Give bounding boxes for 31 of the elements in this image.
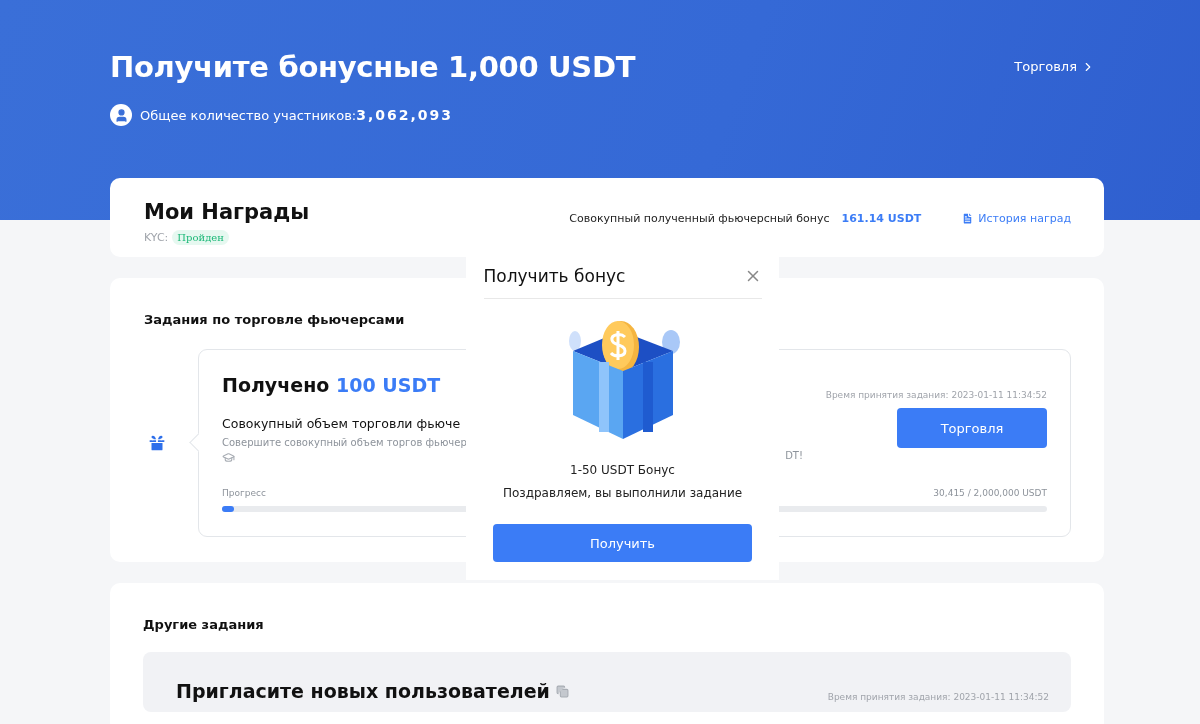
- accepted-time: Время принятия задания: 2023-01-11 11:34:52: [825, 390, 1047, 400]
- gift-icon: [146, 432, 168, 454]
- kyc-label: KYC:: [144, 231, 169, 244]
- progress-value: 30,415 / 2,000,000 USDT: [933, 488, 1047, 498]
- task-title: Получено 100 USDT: [222, 374, 442, 396]
- progress-label: Прогресс: [222, 488, 266, 498]
- task-description: Совокупный объем торговли фьюче: [222, 416, 462, 431]
- bonus-amount: 1-50 USDT Бонус: [570, 463, 675, 477]
- document-icon: [961, 212, 975, 225]
- accepted-time: Время принятия задания: 2023-01-11 11:34:52: [827, 692, 1049, 702]
- history-link[interactable]: История наград: [961, 212, 1071, 225]
- task-hint-tail: DT!: [785, 450, 803, 461]
- dialog-title: Получить бонус: [483, 266, 626, 286]
- total-bonus-label: Совокупный полученный фьючерсный бонус: [569, 212, 830, 225]
- page-title: Получите бонусные 1,000 USDT: [110, 50, 636, 84]
- task-title: Пригласите новых пользователей: [176, 680, 550, 702]
- kyc-status-badge: Пройден: [172, 230, 229, 245]
- participants-label: Общее количество участников:: [140, 107, 357, 123]
- rewards-title: Мои Награды: [144, 200, 310, 224]
- trade-link[interactable]: Торговля: [1014, 59, 1095, 74]
- section-heading: Другие задания: [143, 617, 265, 632]
- claim-button[interactable]: Получить: [493, 524, 752, 562]
- section-heading: Задания по торговле фьючерсами: [144, 312, 406, 327]
- task-hint: Совершите совокупный объем торгов фьючер: [222, 437, 467, 448]
- graduation-cap-icon: [222, 451, 235, 464]
- copy-icon[interactable]: [555, 684, 569, 698]
- participants-count: 3,062,093: [356, 107, 454, 123]
- total-bonus-value: 161.14 USDT: [841, 212, 922, 225]
- user-icon: [110, 104, 132, 126]
- congrats-message: Поздравляем, вы выполнили задание: [502, 486, 743, 500]
- trade-button[interactable]: Торговля: [897, 408, 1047, 448]
